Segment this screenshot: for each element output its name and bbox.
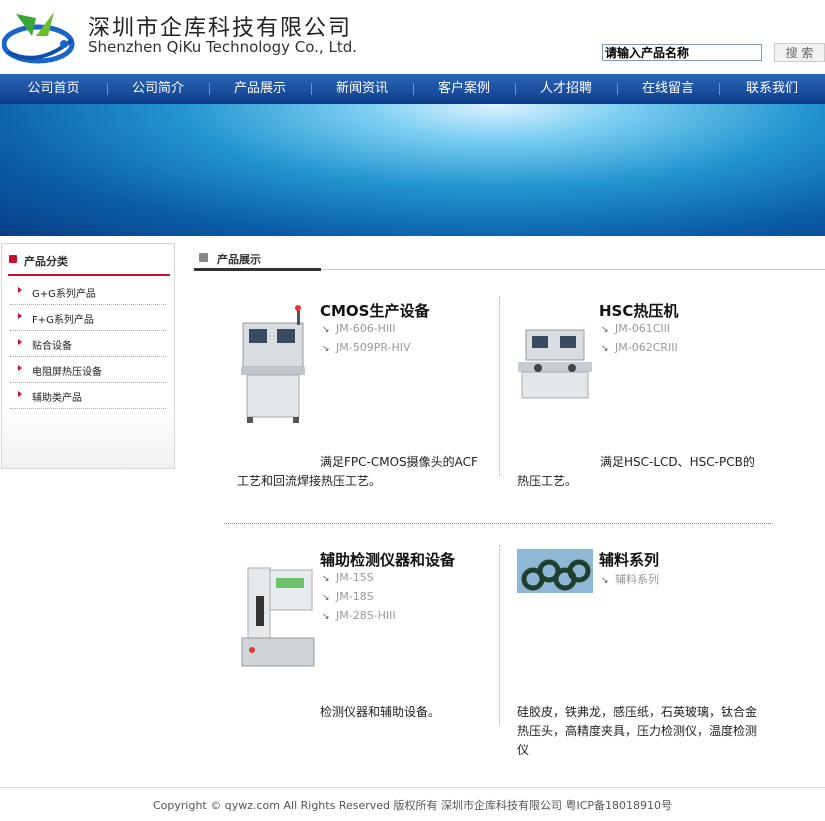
nav-item-about[interactable]: 公司简介 xyxy=(107,74,209,104)
sidebar-item-auxiliary[interactable]: 辅助类产品 xyxy=(10,383,166,409)
category-icon xyxy=(9,255,17,263)
sidebar-divider xyxy=(8,274,170,276)
product-link-label: 辅料系列 xyxy=(615,573,659,586)
product-link-label: JM-606-HIII xyxy=(336,322,396,335)
sidebar-title: 产品分类 xyxy=(24,255,68,268)
product-title[interactable]: 辅料系列 xyxy=(599,549,659,570)
footer-copyright: Copyright © qywz.com All Rights Reserved… xyxy=(153,799,673,812)
product-description: 热压工艺。 xyxy=(517,474,578,488)
product-description: 满足FPC-CMOS摄像头的ACF xyxy=(320,455,478,469)
product-description: 工艺和回流焊接热压工艺。 xyxy=(237,474,382,488)
sidebar-item-fg[interactable]: F+G系列产品 xyxy=(10,305,166,331)
nav-item-message[interactable]: 在线留言 xyxy=(617,74,719,104)
sidebar-item-bonding[interactable]: 贴合设备 xyxy=(10,331,166,357)
arrow-right-icon xyxy=(18,365,22,371)
product-title[interactable]: CMOS生产设备 xyxy=(320,300,430,321)
product-link-label: JM-509PR-HIV xyxy=(336,341,411,354)
product-image-hsc[interactable] xyxy=(516,328,594,404)
column-divider xyxy=(499,545,500,725)
nav-item-contact[interactable]: 联系我们 xyxy=(719,74,825,104)
arrow-icon: ↘ xyxy=(322,325,330,335)
product-image-instruments[interactable] xyxy=(240,566,316,670)
arrow-icon: ↘ xyxy=(601,325,609,335)
product-link[interactable]: ↘ JM-15S xyxy=(322,571,374,584)
main-title-underline xyxy=(194,268,321,271)
product-description: 硅胶皮，铁弗龙，感压纸，石英玻璃，钛合金 xyxy=(517,705,758,719)
product-link[interactable]: ↘ JM-509PR-HIV xyxy=(322,341,411,354)
nav-item-products[interactable]: 产品展示 xyxy=(209,74,311,104)
nav-item-jobs[interactable]: 人才招聘 xyxy=(515,74,617,104)
footer-divider xyxy=(0,787,825,788)
product-link-label: JM-061CIII xyxy=(615,322,671,335)
product-description: 检测仪器和辅助设备。 xyxy=(320,705,441,719)
product-link-label: JM-062CRIII xyxy=(615,341,678,354)
company-logo[interactable] xyxy=(2,6,78,64)
product-link[interactable]: ↘ JM-18S xyxy=(322,590,374,603)
arrow-icon: ↘ xyxy=(322,574,330,584)
sidebar-item-label: 贴合设备 xyxy=(32,341,72,352)
main-title: 产品展示 xyxy=(217,253,261,266)
sidebar-item-gg[interactable]: G+G系列产品 xyxy=(10,279,166,305)
nav-item-cases[interactable]: 客户案例 xyxy=(413,74,515,104)
arrow-icon: ↘ xyxy=(322,612,330,622)
arrow-right-icon xyxy=(18,313,22,319)
product-link[interactable]: ↘ JM-606-HIII xyxy=(322,322,396,335)
row-divider xyxy=(224,523,771,524)
product-image-materials[interactable] xyxy=(517,549,593,593)
arrow-icon: ↘ xyxy=(322,344,330,354)
arrow-right-icon xyxy=(18,391,22,397)
product-link-label: JM-15S xyxy=(336,571,374,584)
sidebar-item-label: 辅助类产品 xyxy=(32,393,82,404)
banner-image xyxy=(0,104,825,236)
sidebar-item-label: G+G系列产品 xyxy=(32,289,96,300)
column-divider xyxy=(499,296,500,476)
product-link-label: JM-28S-HIII xyxy=(336,609,396,622)
product-link[interactable]: ↘ JM-28S-HIII xyxy=(322,609,396,622)
product-link[interactable]: ↘ 辅料系列 xyxy=(601,571,659,587)
arrow-icon: ↘ xyxy=(601,344,609,354)
sidebar-item-resistive[interactable]: 电阻屏热压设备 xyxy=(10,357,166,383)
sidebar-item-label: 电阻屏热压设备 xyxy=(32,367,102,378)
nav-item-home[interactable]: 公司首页 xyxy=(0,74,107,104)
main-nav: 公司首页 公司简介 产品展示 新闻资讯 客户案例 人才招聘 在线留言 联系我们 xyxy=(0,74,825,104)
product-link[interactable]: ↘ JM-061CIII xyxy=(601,322,670,335)
section-icon xyxy=(199,253,208,262)
arrow-right-icon xyxy=(18,287,22,293)
product-link-label: JM-18S xyxy=(336,590,374,603)
company-name-en: Shenzhen QiKu Technology Co., Ltd. xyxy=(88,38,357,56)
product-description: 仪 xyxy=(517,743,530,757)
product-description: 热压头，高精度夹具，压力检测仪，温度检测 xyxy=(517,724,758,738)
product-description: 满足HSC-LCD、HSC-PCB的 xyxy=(600,455,755,469)
product-title[interactable]: HSC热压机 xyxy=(599,300,678,321)
product-link[interactable]: ↘ JM-062CRIII xyxy=(601,341,678,354)
product-title[interactable]: 辅助检测仪器和设备 xyxy=(320,549,455,570)
nav-item-news[interactable]: 新闻资讯 xyxy=(311,74,413,104)
search-button[interactable]: 搜 索 xyxy=(774,43,825,62)
arrow-icon: ↘ xyxy=(601,576,609,586)
product-image-cmos[interactable] xyxy=(237,305,309,425)
arrow-icon: ↘ xyxy=(322,593,330,603)
sidebar-item-label: F+G系列产品 xyxy=(32,315,94,326)
arrow-right-icon xyxy=(18,339,22,345)
search-input[interactable] xyxy=(602,44,762,61)
